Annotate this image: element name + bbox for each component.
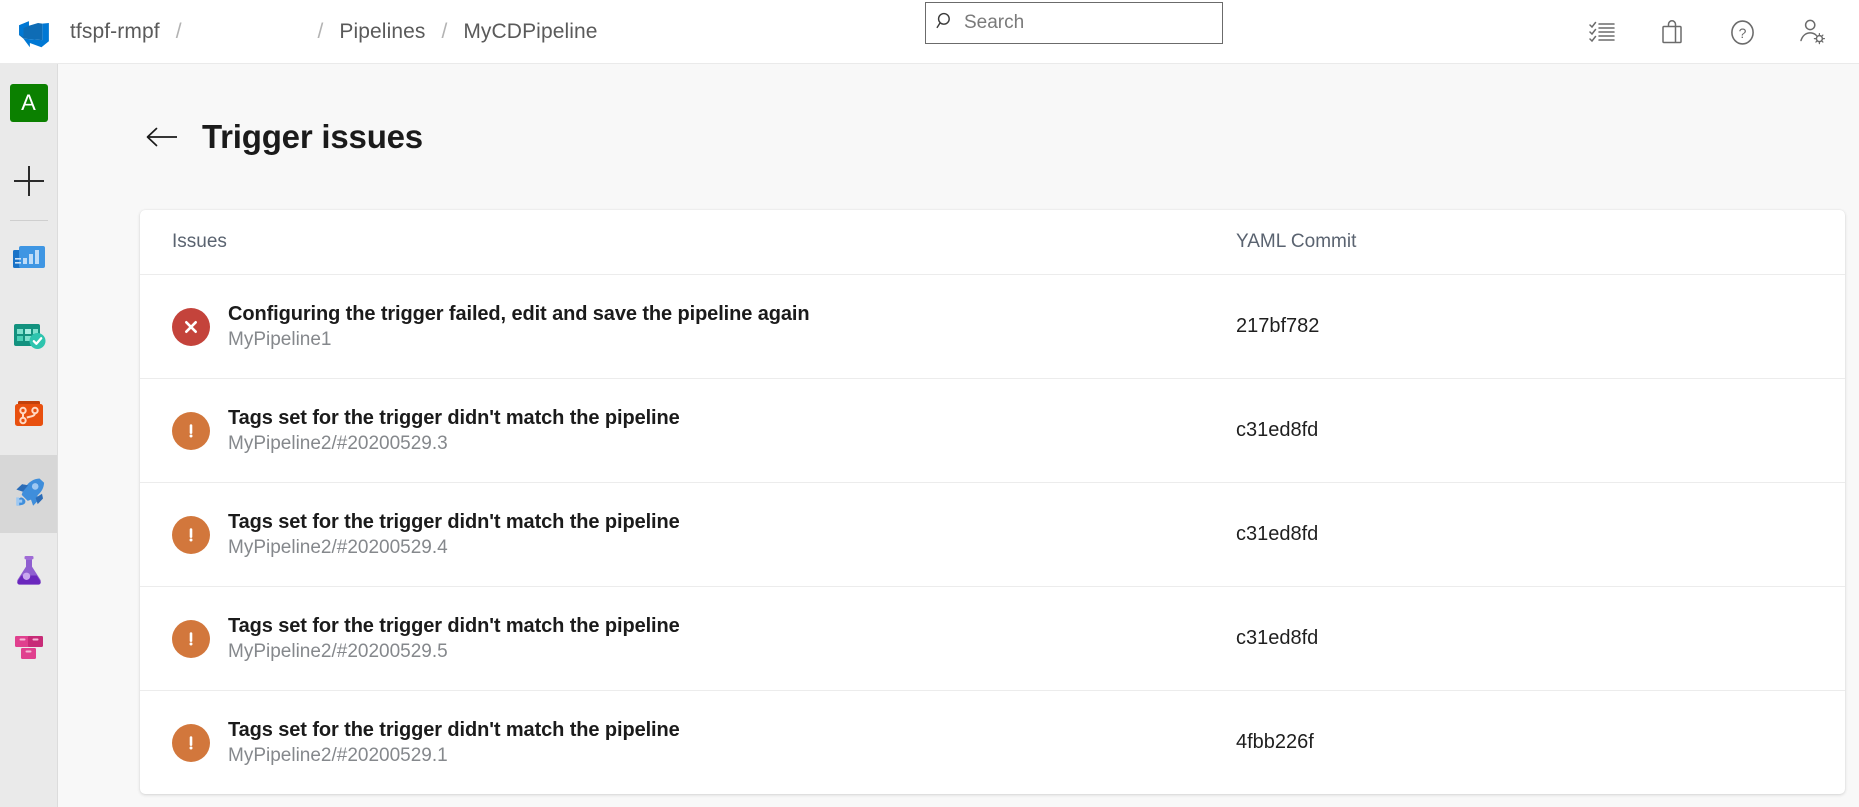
breadcrumb: tfspf-rmpf / / Pipelines / MyCDPipeline: [68, 0, 600, 64]
column-header-issues[interactable]: Issues: [140, 231, 1232, 253]
test-plans-icon: [10, 551, 48, 594]
search-icon: [936, 11, 955, 35]
issue-cell: Tags set for the trigger didn't match th…: [140, 511, 1232, 559]
issue-cell: Tags set for the trigger didn't match th…: [140, 407, 1232, 455]
table-row[interactable]: Tags set for the trigger didn't match th…: [140, 691, 1845, 794]
yaml-commit-cell[interactable]: 4fbb226f: [1232, 731, 1845, 754]
repos-icon: [10, 395, 48, 438]
issue-cell: Tags set for the trigger didn't match th…: [140, 615, 1232, 663]
pipelines-icon: [10, 473, 48, 516]
warning-icon: [172, 620, 210, 658]
issue-subtitle: MyPipeline1: [228, 329, 809, 351]
sidebar-item-test-plans[interactable]: [0, 533, 57, 611]
search-input[interactable]: [964, 12, 1184, 34]
error-icon: [172, 308, 210, 346]
project-avatar[interactable]: A: [0, 64, 57, 142]
task-list-icon[interactable]: [1585, 15, 1619, 49]
issue-text-group: Configuring the trigger failed, edit and…: [228, 303, 809, 351]
breadcrumb-separator: /: [162, 20, 196, 44]
column-header-yaml-commit[interactable]: YAML Commit: [1232, 231, 1845, 253]
app-root: tfspf-rmpf / / Pipelines / MyCDPipeline: [0, 0, 1859, 807]
yaml-commit-cell[interactable]: c31ed8fd: [1232, 523, 1845, 546]
sidebar-item-overview[interactable]: [0, 221, 57, 299]
issue-text-group: Tags set for the trigger didn't match th…: [228, 615, 680, 663]
sidebar-item-artifacts[interactable]: [0, 611, 57, 689]
sidebar-item-boards[interactable]: [0, 299, 57, 377]
table-row[interactable]: Configuring the trigger failed, edit and…: [140, 275, 1845, 379]
artifacts-icon: [10, 629, 48, 672]
table-row[interactable]: Tags set for the trigger didn't match th…: [140, 483, 1845, 587]
issue-title: Tags set for the trigger didn't match th…: [228, 407, 680, 430]
shopping-bag-icon[interactable]: [1655, 15, 1689, 49]
table-header-row: Issues YAML Commit: [140, 210, 1845, 275]
issue-cell: Configuring the trigger failed, edit and…: [140, 303, 1232, 351]
issue-subtitle: MyPipeline2/#20200529.4: [228, 537, 680, 559]
breadcrumb-pipeline-name[interactable]: MyCDPipeline: [461, 20, 599, 44]
issue-subtitle: MyPipeline2/#20200529.5: [228, 641, 680, 663]
search-box[interactable]: [925, 2, 1223, 44]
issue-title: Tags set for the trigger didn't match th…: [228, 719, 680, 742]
issue-subtitle: MyPipeline2/#20200529.3: [228, 433, 680, 455]
sidebar-item-repos[interactable]: [0, 377, 57, 455]
back-arrow-icon[interactable]: [144, 119, 180, 155]
page-title: Trigger issues: [202, 118, 423, 156]
issue-text-group: Tags set for the trigger didn't match th…: [228, 511, 680, 559]
breadcrumb-separator: /: [428, 20, 462, 44]
issue-text-group: Tags set for the trigger didn't match th…: [228, 407, 680, 455]
project-avatar-initial: A: [10, 84, 48, 122]
trigger-issues-card: Issues YAML Commit Configuring the trigg…: [140, 210, 1845, 794]
issue-cell: Tags set for the trigger didn't match th…: [140, 719, 1232, 767]
issue-title: Configuring the trigger failed, edit and…: [228, 303, 809, 326]
warning-icon: [172, 516, 210, 554]
topbar-icon-group: ?: [1585, 0, 1829, 64]
add-button[interactable]: [0, 142, 57, 220]
user-settings-icon[interactable]: [1795, 15, 1829, 49]
sidebar-item-pipelines[interactable]: [0, 455, 57, 533]
overview-icon: [10, 239, 48, 282]
main-content: Trigger issues Issues YAML Commit: [58, 64, 1859, 807]
breadcrumb-separator: /: [304, 20, 338, 44]
issue-text-group: Tags set for the trigger didn't match th…: [228, 719, 680, 767]
yaml-commit-cell[interactable]: c31ed8fd: [1232, 627, 1845, 650]
issue-title: Tags set for the trigger didn't match th…: [228, 615, 680, 638]
warning-icon: [172, 412, 210, 450]
azure-devops-logo-icon[interactable]: [0, 0, 68, 64]
table-row[interactable]: Tags set for the trigger didn't match th…: [140, 379, 1845, 483]
issue-subtitle: MyPipeline2/#20200529.1: [228, 745, 680, 767]
yaml-commit-cell[interactable]: 217bf782: [1232, 315, 1845, 338]
breadcrumb-pipelines[interactable]: Pipelines: [337, 20, 427, 44]
left-navigation-rail: A: [0, 64, 58, 807]
table-row[interactable]: Tags set for the trigger didn't match th…: [140, 587, 1845, 691]
help-icon[interactable]: ?: [1725, 15, 1759, 49]
search-container: [925, 2, 1223, 44]
page-header: Trigger issues: [144, 118, 423, 156]
warning-icon: [172, 724, 210, 762]
boards-icon: [10, 317, 48, 360]
top-navigation-bar: tfspf-rmpf / / Pipelines / MyCDPipeline: [0, 0, 1859, 64]
breadcrumb-organization[interactable]: tfspf-rmpf: [68, 20, 162, 44]
issue-title: Tags set for the trigger didn't match th…: [228, 511, 680, 534]
svg-text:?: ?: [1738, 25, 1746, 41]
add-icon: [14, 166, 44, 196]
yaml-commit-cell[interactable]: c31ed8fd: [1232, 419, 1845, 442]
